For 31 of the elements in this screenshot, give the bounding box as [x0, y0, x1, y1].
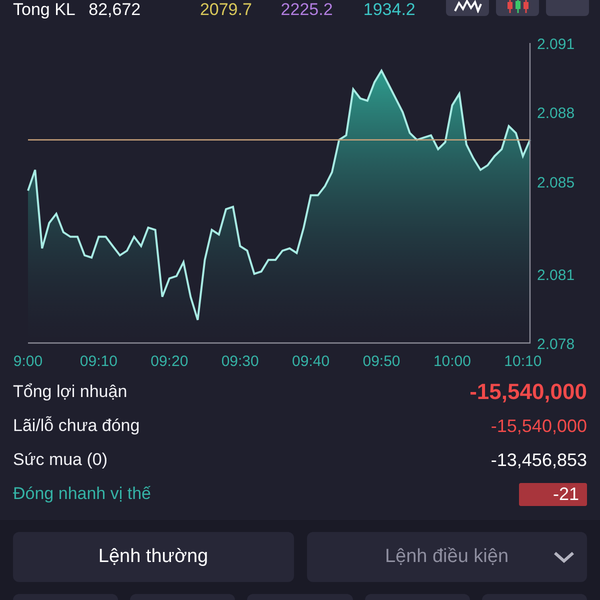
- y-tick-label: 2.085: [537, 174, 575, 192]
- zigzag-icon: [454, 0, 482, 13]
- count-badge: -21: [518, 482, 587, 506]
- y-tick-label: 2.078: [537, 336, 575, 353]
- price-value: 2079.7: [200, 0, 253, 20]
- x-tick-label: 10:10: [504, 353, 542, 370]
- stat-value: -15,540,000: [490, 416, 587, 436]
- volume-label: Tong KL: [13, 0, 76, 20]
- order-tab[interactable]: Lệnh thường: [13, 532, 294, 582]
- x-tick-label: 09:20: [150, 353, 188, 370]
- stat-label: Tổng lợi nhuận: [13, 382, 128, 402]
- y-tick-label: 2.088: [537, 105, 575, 122]
- stat-value: -15,540,000: [470, 379, 587, 405]
- volume-value: 82,672: [88, 0, 142, 20]
- x-tick-label: 09:50: [362, 353, 400, 370]
- x-tick-label: 09:10: [80, 353, 118, 370]
- order-tab[interactable]: Lệnh điều kiện: [306, 532, 587, 582]
- candlestick-icon: [504, 0, 530, 13]
- x-tick-label: 9:00: [13, 353, 43, 370]
- quick-close-link[interactable]: Đóng nhanh vị thế: [13, 484, 151, 504]
- x-tick-label: 09:40: [292, 353, 330, 370]
- stat-label: Lãi/lỗ chưa đóng: [13, 416, 140, 436]
- x-tick-label: 10:00: [433, 353, 471, 370]
- stat-value: -13,456,853: [490, 450, 587, 470]
- y-tick-label: 2.091: [537, 36, 575, 53]
- y-tick-label: 2.081: [537, 266, 575, 284]
- price-value: 1934.2: [363, 0, 416, 20]
- chevron-down-icon: [553, 550, 575, 564]
- x-tick-label: 09:30: [221, 353, 259, 370]
- price-value: 2225.2: [280, 0, 334, 20]
- stat-label: Sức mua (0): [13, 450, 108, 470]
